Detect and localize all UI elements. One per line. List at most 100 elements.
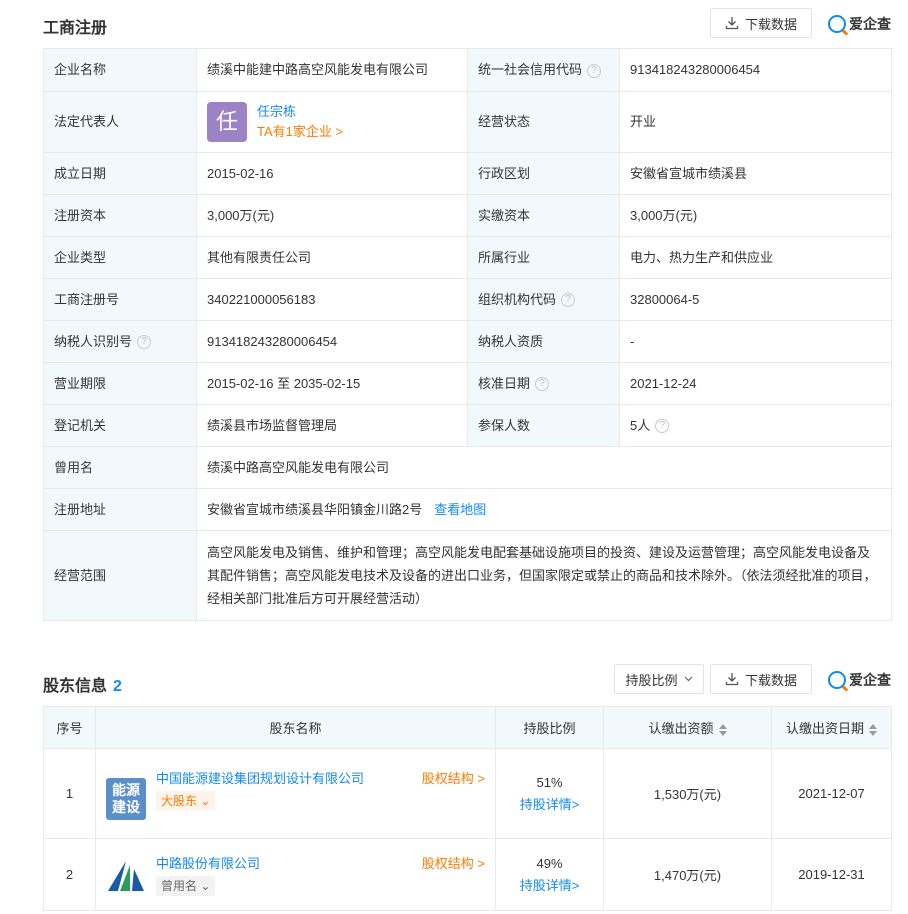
ratio-filter-dropdown[interactable]: 持股比例 — [614, 664, 704, 694]
view-map-link[interactable]: 查看地图 — [434, 502, 486, 517]
date-cell: 2021-12-07 — [771, 748, 892, 839]
ratio-filter-label: 持股比例 — [625, 672, 678, 688]
key-legal-rep: 法定代表人 — [43, 91, 197, 153]
section-title-registration: 工商注册 — [43, 20, 108, 37]
value-found-date: 2015-02-16 — [196, 152, 468, 195]
value-insured: 5人? — [619, 404, 892, 447]
value-taxpayer-qual: - — [619, 320, 892, 363]
value-taxpayer-id: 913418243280006454 — [196, 320, 468, 363]
value-address: 安徽省宣城市绩溪县华阳镇金川路2号 查看地图 — [196, 488, 892, 531]
shareholder-name-link[interactable]: 中国能源建设集团规划设计有限公司 — [156, 768, 376, 790]
key-paid-capital: 实缴资本 — [467, 194, 620, 237]
value-legal-rep: 任 任宗栋 TA有1家企业 > — [196, 91, 468, 153]
row-no: 2 — [43, 838, 96, 911]
key-type: 企业类型 — [43, 236, 197, 279]
amount-cell: 1,530万(元) — [603, 748, 772, 839]
key-district: 行政区划 — [467, 152, 620, 195]
download-icon — [725, 17, 739, 30]
value-type: 其他有限责任公司 — [196, 236, 468, 279]
key-org-code: 组织机构代码? — [467, 278, 620, 321]
brand-logo: 爱企查 — [828, 670, 891, 690]
col-header-amount[interactable]: 认缴出资额 — [603, 706, 772, 749]
amount-cell: 1,470万(元) — [603, 838, 772, 911]
key-term: 营业期限 — [43, 362, 197, 405]
col-header-name: 股东名称 — [95, 706, 496, 749]
value-former-name: 绩溪中路高空风能发电有限公司 — [196, 446, 892, 489]
key-industry: 所属行业 — [467, 236, 620, 279]
help-icon[interactable]: ? — [587, 63, 602, 78]
brand-logo: 爱企查 — [828, 14, 891, 34]
value-district: 安徽省宣城市绩溪县 — [619, 152, 892, 195]
download-button[interactable]: 下载数据 — [710, 8, 812, 38]
key-approve-date: 核准日期? — [467, 362, 620, 405]
date-cell: 2019-12-31 — [771, 838, 892, 911]
key-taxpayer-id: 纳税人识别号? — [43, 320, 197, 363]
former-name-tag[interactable]: 曾用名 ⌄ — [156, 875, 216, 896]
holding-detail-link[interactable]: 持股详情> — [496, 794, 603, 816]
value-reg-no: 340221000056183 — [196, 278, 468, 321]
equity-structure-link[interactable]: 股权结构 > — [422, 853, 485, 875]
legal-rep-name-link[interactable]: 任宗栋 — [257, 102, 343, 122]
col-header-ratio: 持股比例 — [495, 706, 604, 749]
shareholder-cell: 中路股份有限公司 股权结构 > 曾用名 ⌄ — [95, 838, 496, 911]
table-row: 2 中路股份有限公司 股权结构 > 曾用名 ⌄ 49% 持股详情> 1,470万… — [43, 838, 892, 911]
value-reg-capital: 3,000万(元) — [196, 194, 468, 237]
value-credit-code: 913418243280006454 — [619, 48, 892, 92]
value-scope: 高空风能发电及销售、维护和管理；高空风能发电配套基础设施项目的投资、建设及运营管… — [196, 530, 892, 621]
avatar[interactable]: 任 — [207, 102, 247, 142]
sort-icon[interactable] — [718, 723, 727, 736]
chevron-down-icon — [684, 676, 692, 682]
help-icon[interactable]: ? — [137, 335, 152, 350]
key-reg-no: 工商注册号 — [43, 278, 197, 321]
help-icon[interactable]: ? — [561, 293, 576, 308]
value-org-code: 32800064-5 — [619, 278, 892, 321]
aiqicha-icon — [828, 671, 846, 689]
help-icon[interactable]: ? — [655, 419, 670, 434]
value-company-name: 绩溪中能建中路高空风能发电有限公司 — [196, 48, 468, 92]
download-label: 下载数据 — [744, 16, 797, 32]
shareholder-name-link[interactable]: 中路股份有限公司 — [156, 853, 260, 875]
key-insured: 参保人数 — [467, 404, 620, 447]
value-authority: 绩溪县市场监督管理局 — [196, 404, 468, 447]
key-former-name: 曾用名 — [43, 446, 197, 489]
col-header-date[interactable]: 认缴出资日期 — [771, 706, 892, 749]
value-industry: 电力、热力生产和供应业 — [619, 236, 892, 279]
registration-table: 企业名称 绩溪中能建中路高空风能发电有限公司 统一社会信用代码? 9134182… — [43, 48, 892, 621]
download-button[interactable]: 下载数据 — [710, 664, 812, 694]
major-shareholder-tag[interactable]: 大股东 ⌄ — [156, 790, 216, 811]
key-status: 经营状态 — [467, 91, 620, 153]
download-icon — [725, 673, 739, 686]
key-found-date: 成立日期 — [43, 152, 197, 195]
brand-name: 爱企查 — [849, 672, 891, 688]
brand-name: 爱企查 — [849, 16, 891, 32]
value-approve-date: 2021-12-24 — [619, 362, 892, 405]
shareholder-count: 2 — [113, 678, 122, 695]
ratio-cell: 49% 持股详情> — [495, 838, 604, 911]
ratio-value: 51% — [536, 774, 563, 790]
key-company-name: 企业名称 — [43, 48, 197, 92]
key-scope: 经营范围 — [43, 530, 197, 621]
legal-rep-companies-link[interactable]: TA有1家企业 > — [257, 122, 343, 142]
key-credit-code: 统一社会信用代码? — [467, 48, 620, 92]
key-address: 注册地址 — [43, 488, 197, 531]
ratio-value: 49% — [536, 855, 563, 871]
key-authority: 登记机关 — [43, 404, 197, 447]
sort-icon[interactable] — [869, 723, 877, 736]
section-title-shareholders: 股东信息 2 — [43, 678, 122, 695]
table-row: 1 能源建设 中国能源建设集团规划设计有限公司 股权结构 > 大股东 ⌄ 51%… — [43, 748, 892, 839]
value-term: 2015-02-16 至 2035-02-15 — [196, 362, 468, 405]
key-taxpayer-qual: 纳税人资质 — [467, 320, 620, 363]
help-icon[interactable]: ? — [535, 377, 550, 392]
col-header-no: 序号 — [43, 706, 96, 749]
company-logo: 能源建设 — [106, 777, 146, 820]
aiqicha-icon — [828, 15, 846, 33]
shareholders-table: 序号 股东名称 持股比例 认缴出资额 认缴出资日期 1 能源建设 中国能源建设集… — [43, 706, 892, 911]
equity-structure-link[interactable]: 股权结构 > — [422, 768, 485, 790]
value-status: 开业 — [619, 91, 892, 153]
shareholder-cell: 能源建设 中国能源建设集团规划设计有限公司 股权结构 > 大股东 ⌄ — [95, 748, 496, 839]
row-no: 1 — [43, 748, 96, 839]
ratio-cell: 51% 持股详情> — [495, 748, 604, 839]
key-reg-capital: 注册资本 — [43, 194, 197, 237]
holding-detail-link[interactable]: 持股详情> — [496, 875, 603, 897]
value-paid-capital: 3,000万(元) — [619, 194, 892, 237]
